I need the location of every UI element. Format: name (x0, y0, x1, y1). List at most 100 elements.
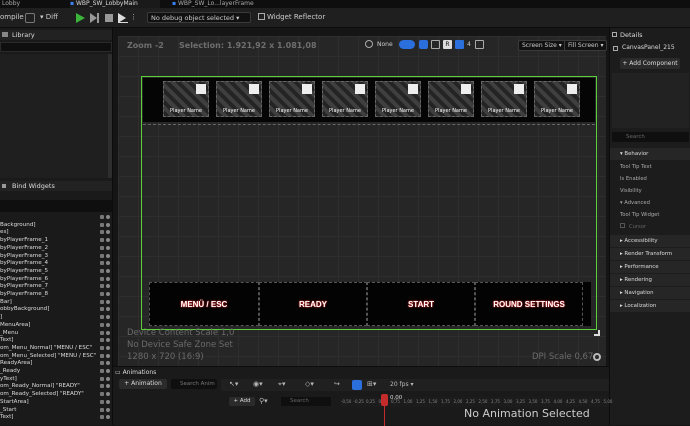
frame-icon[interactable]: ⊞▾ (367, 380, 376, 388)
compile-button[interactable]: ompile (0, 13, 24, 21)
section-navigation[interactable]: ▸ Navigation (610, 287, 690, 299)
visibility-eye-icon[interactable] (106, 330, 110, 335)
add-component-button[interactable]: + Add Component (620, 58, 680, 69)
player-frame[interactable]: Player Name (481, 81, 527, 117)
add-animation-button[interactable]: + Animation (119, 379, 167, 389)
hierarchy-row[interactable]: byPlayerFrame_6 (0, 276, 112, 283)
visibility-eye-icon[interactable] (106, 307, 110, 312)
options-chevron-icon[interactable]: ⋮ (130, 13, 137, 21)
animation-search-input[interactable]: Search Anim (171, 379, 217, 389)
player-frame[interactable]: Player Name (216, 81, 262, 117)
start-button[interactable]: START (367, 282, 475, 326)
animations-tab[interactable]: ▭ Animations (115, 369, 156, 376)
visibility-eye-icon[interactable] (106, 222, 110, 227)
round-settings-button[interactable]: ROUND SETTINGS (475, 282, 583, 326)
hierarchy-row[interactable]: ] (0, 314, 112, 321)
hierarchy-row[interactable]: _Menu (0, 330, 112, 337)
lock-icon[interactable] (100, 215, 104, 219)
stop-icon[interactable] (104, 13, 114, 23)
section-performance[interactable]: ▸ Performance (610, 261, 690, 273)
lock-icon[interactable] (100, 392, 104, 397)
hierarchy-row[interactable]: Text] (0, 414, 112, 421)
snap-magnet-icon[interactable] (352, 380, 362, 390)
lock-icon[interactable] (100, 284, 104, 289)
lock-icon[interactable] (100, 384, 104, 389)
visibility-eye-icon[interactable] (106, 238, 110, 243)
visibility-eye-icon[interactable] (106, 415, 110, 420)
visibility-eye-icon[interactable] (106, 292, 110, 296)
visibility-eye-icon[interactable] (106, 369, 110, 373)
playhead[interactable] (381, 394, 388, 406)
lock-icon[interactable] (100, 353, 104, 358)
tab-lobby-main[interactable]: ▪ WBP_SW_LobbyMain (70, 0, 160, 8)
visibility-eye-icon[interactable] (106, 299, 110, 304)
lock-icon[interactable] (100, 307, 104, 312)
fill-screen-select[interactable]: Fill Screen ▾ (564, 40, 608, 51)
hierarchy-search-input[interactable] (0, 200, 112, 212)
visibility-eye-icon[interactable] (106, 276, 110, 281)
localization-preview-label[interactable]: None (377, 41, 393, 48)
track-search-input[interactable]: Search (281, 397, 331, 406)
visibility-eye-icon[interactable] (106, 384, 110, 389)
hierarchy-row[interactable]: Text] (0, 337, 112, 344)
play-icon[interactable] (75, 13, 85, 23)
lock-icon[interactable] (100, 330, 104, 335)
visibility-eye-icon[interactable] (106, 376, 110, 381)
lock-icon[interactable] (100, 376, 104, 381)
section-behavior[interactable]: ▾ Behavior (610, 148, 690, 160)
section-advanced[interactable]: ▾ Advanced (610, 197, 690, 209)
section-localization[interactable]: ▸ Localization (610, 300, 690, 312)
snap-icon[interactable] (455, 40, 464, 49)
library-list[interactable] (0, 54, 108, 178)
lock-icon[interactable] (100, 369, 104, 373)
lock-icon[interactable] (100, 338, 104, 343)
player-frame[interactable]: Player Name (428, 81, 474, 117)
visibility-eye-icon[interactable] (106, 253, 110, 258)
visibility-eye-icon[interactable] (106, 322, 110, 327)
hierarchy-row[interactable]: Background] (0, 222, 112, 229)
visibility-eye-icon[interactable] (106, 361, 110, 366)
step-icon[interactable] (90, 13, 100, 23)
hierarchy-row[interactable]: Bar] (0, 299, 112, 306)
cursor-checkbox[interactable] (620, 223, 625, 228)
add-track-button[interactable]: + Add (229, 397, 255, 406)
hierarchy-row[interactable]: byPlayerFrame_4 (0, 260, 112, 267)
library-tab[interactable]: Library (0, 30, 112, 40)
lock-icon[interactable] (100, 399, 104, 404)
hierarchy-row[interactable]: byPlayerFrame_7 (0, 283, 112, 290)
lock-icon[interactable] (100, 238, 104, 243)
player-frame[interactable]: Player Name (534, 81, 580, 117)
key-icon[interactable]: ◇▾ (305, 380, 314, 388)
lock-icon[interactable] (100, 361, 104, 366)
library-scrollbar[interactable] (108, 54, 112, 178)
lock-icon[interactable] (100, 222, 104, 227)
lock-icon[interactable] (100, 322, 104, 327)
library-search-input[interactable] (0, 42, 112, 52)
eject-icon[interactable] (118, 13, 128, 23)
player-frame[interactable]: Player Name (322, 81, 368, 117)
filter-icon[interactable]: ⚲▾ (259, 397, 268, 405)
lock-icon[interactable] (100, 407, 104, 412)
hierarchy-row[interactable]: byPlayerFrame_8 (0, 291, 112, 298)
visibility-eye-icon[interactable] (106, 345, 110, 350)
visibility-eye-icon[interactable] (106, 353, 110, 358)
hierarchy-row[interactable]: _Start (0, 407, 112, 414)
lock-icon[interactable] (100, 345, 104, 350)
lock-icon[interactable] (100, 268, 104, 273)
player-frame[interactable]: Player Name (163, 81, 209, 117)
resize-handle-icon[interactable] (594, 330, 600, 336)
details-search-input[interactable]: Search (612, 132, 689, 142)
section-render-transform[interactable]: ▸ Render Transform (610, 248, 690, 260)
grid-icon[interactable] (419, 40, 428, 49)
tab-lobby[interactable]: Lobby (2, 0, 57, 8)
visibility-eye-icon[interactable] (106, 215, 110, 219)
lock-icon[interactable] (100, 253, 104, 258)
hierarchy-row[interactable]: byPlayerFrame_1 (0, 237, 112, 244)
hierarchy-row[interactable]: yText] (0, 376, 112, 383)
ready-button[interactable]: READY (259, 282, 367, 326)
diff-button[interactable]: ▾ Diff (40, 13, 58, 21)
menu-esc-button[interactable]: MENÜ / ESC (149, 282, 259, 326)
toggle-switch[interactable] (399, 40, 415, 49)
lock-icon[interactable] (100, 245, 104, 250)
debug-object-select[interactable]: No debug object selected ▾ (147, 12, 251, 23)
